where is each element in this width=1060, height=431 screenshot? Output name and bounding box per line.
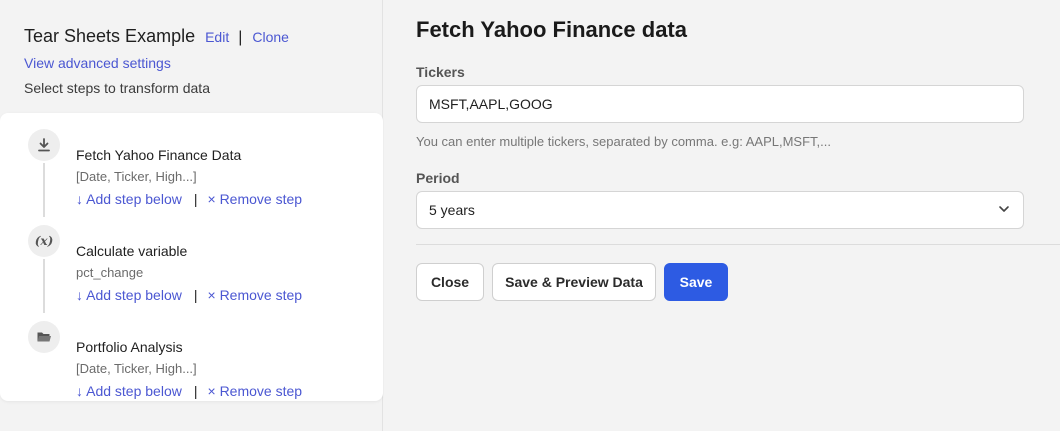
save-preview-button[interactable]: Save & Preview Data (492, 263, 656, 301)
separator: | (193, 383, 198, 399)
step-actions: ↓ Add step below | × Remove step (76, 383, 302, 399)
flow-title: Tear Sheets Example (24, 26, 196, 46)
tickers-help-text: You can enter multiple tickers, separate… (416, 134, 831, 149)
step-detail: [Date, Ticker, High...] (76, 169, 197, 184)
step-item[interactable]: (x) Calculate variable pct_change ↓ Add … (0, 225, 383, 305)
remove-step-link[interactable]: × Remove step (208, 191, 303, 207)
add-step-below-link[interactable]: ↓ Add step below (76, 383, 182, 399)
period-selected-value: 5 years (429, 202, 475, 218)
variable-icon: (x) (28, 225, 60, 257)
step-item[interactable]: Fetch Yahoo Finance Data [Date, Ticker, … (0, 129, 383, 209)
steps-list: Fetch Yahoo Finance Data [Date, Ticker, … (0, 113, 383, 401)
add-step-below-link[interactable]: ↓ Add step below (76, 191, 182, 207)
step-name: Fetch Yahoo Finance Data (76, 147, 242, 163)
tickers-label: Tickers (416, 64, 465, 80)
flow-header: Tear Sheets Example Edit | Clone (24, 26, 289, 47)
view-advanced-settings-link[interactable]: View advanced settings (24, 55, 171, 71)
step-actions: ↓ Add step below | × Remove step (76, 191, 302, 207)
add-step-below-link[interactable]: ↓ Add step below (76, 287, 182, 303)
panel-title: Fetch Yahoo Finance data (416, 17, 687, 42)
folder-icon (28, 321, 60, 353)
step-item[interactable]: Portfolio Analysis [Date, Ticker, High..… (0, 321, 383, 401)
separator: | (238, 29, 243, 46)
clone-link[interactable]: Clone (252, 29, 289, 45)
steps-sidebar: Tear Sheets Example Edit | Clone View ad… (0, 0, 383, 431)
separator: | (193, 287, 198, 303)
step-actions: ↓ Add step below | × Remove step (76, 287, 302, 303)
step-detail: pct_change (76, 265, 144, 280)
step-name: Portfolio Analysis (76, 339, 183, 355)
separator: | (193, 191, 198, 207)
divider (416, 244, 1060, 245)
close-button[interactable]: Close (416, 263, 484, 301)
chevron-down-icon (997, 202, 1011, 219)
step-name: Calculate variable (76, 243, 188, 259)
step-detail: [Date, Ticker, High...] (76, 361, 197, 376)
save-button[interactable]: Save (664, 263, 728, 301)
edit-link[interactable]: Edit (205, 29, 229, 45)
period-label: Period (416, 170, 460, 186)
download-icon (28, 129, 60, 161)
tickers-input[interactable] (416, 85, 1024, 123)
period-select[interactable]: 5 years (416, 191, 1024, 229)
steps-hint: Select steps to transform data (24, 80, 210, 96)
remove-step-link[interactable]: × Remove step (208, 287, 303, 303)
step-config-panel: Fetch Yahoo Finance data Tickers You can… (384, 0, 1060, 431)
remove-step-link[interactable]: × Remove step (208, 383, 303, 399)
